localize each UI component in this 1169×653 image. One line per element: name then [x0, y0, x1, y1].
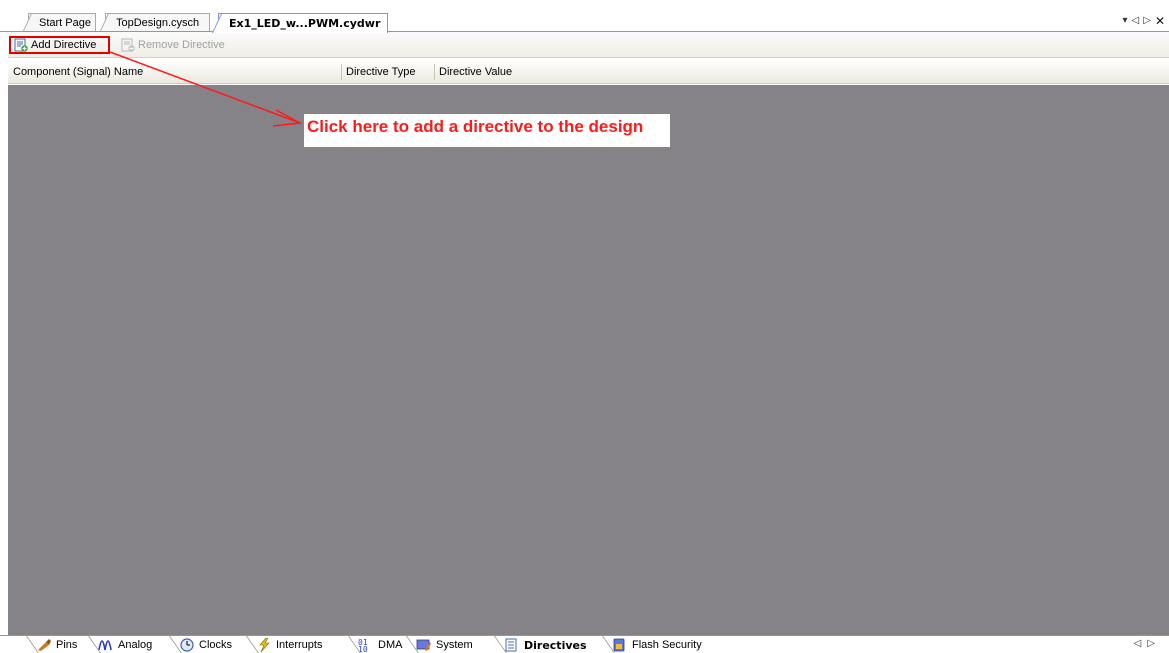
document-tab-strip: Start Page TopDesign.cysch Ex1_LED_w...P… [0, 0, 1169, 33]
annotation-text: Click here to add a directive to the des… [307, 117, 644, 136]
clock-icon [180, 638, 194, 652]
pins-icon [38, 639, 51, 651]
tab-system[interactable]: System [412, 636, 473, 653]
add-directive-label: Add Directive [31, 39, 97, 51]
add-directive-icon [14, 38, 28, 52]
directives-icon [505, 638, 517, 652]
directives-toolbar: Add Directive Remove Directive [8, 32, 1169, 58]
remove-directive-icon [121, 38, 135, 52]
tab-start-page[interactable]: Start Page [28, 13, 96, 32]
tab-interrupts-label: Interrupts [276, 639, 323, 651]
close-icon[interactable]: ✕ [1155, 15, 1165, 27]
tab-directives[interactable]: Directives [500, 636, 587, 653]
interrupt-icon [259, 638, 270, 652]
tab-directives-label: Directives [524, 638, 587, 652]
window-controls: ▾ ◁ ▷ ✕ [1123, 14, 1166, 28]
remove-directive-button[interactable]: Remove Directive [118, 36, 228, 54]
tab-cydwr-label: Ex1_LED_w...PWM.cydwr [229, 17, 381, 30]
tab-pins[interactable]: Pins [32, 636, 77, 653]
tab-interrupts[interactable]: Interrupts [252, 636, 322, 653]
tab-flash-security[interactable]: Flash Security [608, 636, 702, 653]
flash-security-icon [613, 638, 625, 652]
tab-system-label: System [436, 639, 473, 651]
scroll-left-icon[interactable]: ◁ [1132, 15, 1140, 27]
bottom-tab-strip: Pins Analog Clocks Interrupts 01 10 DMA [0, 635, 1169, 653]
system-icon [416, 639, 431, 651]
column-header-value[interactable]: Directive Value [434, 60, 1169, 84]
column-header-type[interactable]: Directive Type [341, 60, 434, 84]
analog-icon [98, 640, 112, 651]
remove-directive-label: Remove Directive [138, 39, 225, 51]
column-header-type-label: Directive Type [346, 65, 416, 78]
tab-flash-security-label: Flash Security [632, 639, 702, 651]
tab-pins-label: Pins [56, 639, 78, 651]
column-header-name-label: Component (Signal) Name [13, 65, 144, 78]
add-directive-button[interactable]: Add Directive [9, 36, 110, 54]
tab-analog-label: Analog [118, 639, 153, 651]
tab-clocks[interactable]: Clocks [175, 636, 232, 653]
tab-analog[interactable]: Analog [94, 636, 152, 653]
tab-dma-label: DMA [378, 639, 403, 651]
bottom-tab-scroll: ◁▷ [1134, 638, 1161, 649]
dma-icon: 01 10 [358, 638, 368, 652]
tab-dma[interactable]: 01 10 DMA [354, 636, 402, 653]
tab-start-page-label: Start Page [39, 17, 91, 29]
bottom-scroll-right-icon[interactable]: ▷ [1147, 638, 1161, 649]
svg-text:10: 10 [358, 645, 368, 652]
tab-topdesign-label: TopDesign.cysch [116, 17, 200, 29]
tab-dropdown-icon[interactable]: ▾ [1123, 15, 1128, 27]
directives-list-area[interactable] [8, 85, 1169, 635]
tab-topdesign[interactable]: TopDesign.cysch [105, 13, 210, 32]
tab-cydwr[interactable]: Ex1_LED_w...PWM.cydwr [218, 13, 388, 33]
column-header-name[interactable]: Component (Signal) Name [8, 60, 341, 84]
column-header-value-label: Directive Value [439, 65, 513, 78]
annotation-callout: Click here to add a directive to the des… [304, 114, 670, 147]
tab-clocks-label: Clocks [199, 639, 233, 651]
scroll-right-icon[interactable]: ▷ [1143, 15, 1151, 27]
bottom-scroll-left-icon[interactable]: ◁ [1134, 638, 1148, 649]
directives-table-header: Component (Signal) Name Directive Type D… [8, 60, 1169, 84]
